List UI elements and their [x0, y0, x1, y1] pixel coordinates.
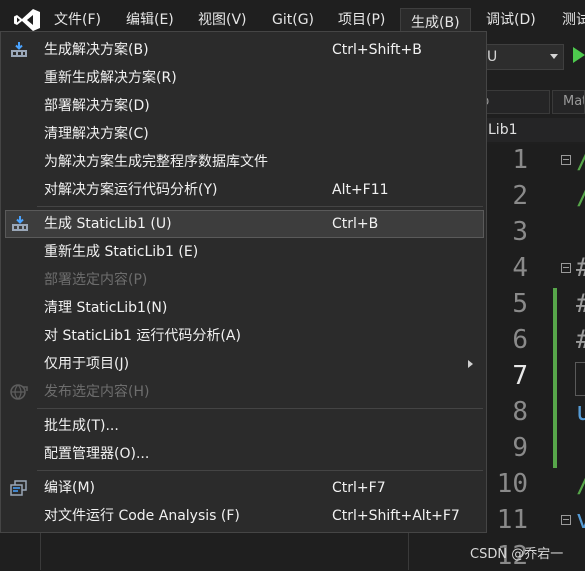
- menu-item-run-code-analysis-on-file[interactable]: 对文件运行 Code Analysis (F) Ctrl+Shift+Alt+F…: [1, 502, 486, 530]
- change-indicator-bar: [553, 288, 557, 468]
- divider: [40, 532, 41, 570]
- line-number: 3: [512, 217, 528, 247]
- build-project-icon: [12, 216, 28, 231]
- visual-studio-logo-icon[interactable]: [13, 8, 41, 32]
- menu-item-batch-build[interactable]: 批生成(T)...: [1, 412, 486, 440]
- menu-item-label: 重新生成 StaticLib1 (E): [44, 244, 199, 260]
- code-fragment: #: [576, 325, 585, 355]
- menu-item-label: 清理 StaticLib1(N): [44, 300, 168, 316]
- menu-item-label: 为解决方案生成完整程序数据库文件: [44, 154, 268, 170]
- current-line-number: 7: [512, 361, 528, 391]
- line-number: 10: [496, 469, 528, 499]
- menu-item-label: 生成 StaticLib1 (U): [44, 216, 172, 232]
- menu-item-analyze-solution[interactable]: 对解决方案运行代码分析(Y) Alt+F11: [1, 176, 486, 204]
- menu-item-label: 对 StaticLib1 运行代码分析(A): [44, 328, 241, 344]
- run-icon[interactable]: [573, 47, 585, 63]
- menu-item-shortcut: Ctrl+Shift+B: [332, 42, 422, 58]
- build-solution-icon: [11, 42, 27, 57]
- menu-item-build-project[interactable]: 生成 StaticLib1 (U) Ctrl+B: [5, 210, 484, 238]
- menu-item-shortcut: Alt+F11: [332, 182, 389, 198]
- chevron-down-icon[interactable]: [550, 54, 558, 59]
- line-number: 2: [512, 181, 528, 211]
- line-number: 5: [512, 289, 528, 319]
- menu-item-compile[interactable]: 编译(M) Ctrl+F7: [1, 474, 486, 502]
- code-fragment: v: [576, 505, 585, 535]
- menu-item-label: 对文件运行 Code Analysis (F): [44, 508, 240, 524]
- collapse-icon[interactable]: [561, 155, 571, 165]
- menu-item-label: 发布选定内容(H): [44, 384, 150, 400]
- menu-item-label: 生成解决方案(B): [44, 42, 149, 58]
- menu-item-project-only[interactable]: 仅用于项目(J): [1, 350, 486, 378]
- file-navigation-bar[interactable]: Lib1: [472, 118, 585, 142]
- menu-item-shortcut: Ctrl+F7: [332, 480, 386, 496]
- menu-item-label: 重新生成解决方案(R): [44, 70, 177, 86]
- menu-item-label: 编译(M): [44, 480, 96, 496]
- submenu-arrow-icon: [468, 360, 473, 368]
- compile-icon: [10, 480, 27, 496]
- menu-item-deploy-selection: 部署选定内容(P): [1, 266, 486, 294]
- menu-item-rebuild-solution[interactable]: 重新生成解决方案(R): [1, 64, 486, 92]
- code-fragment: #: [576, 289, 585, 319]
- menu-separator: [37, 408, 483, 409]
- collapse-icon[interactable]: [561, 515, 571, 525]
- bottom-panel: [0, 532, 470, 570]
- line-number: 8: [512, 397, 528, 427]
- menu-item-shortcut: Ctrl+B: [332, 216, 379, 232]
- menu-item-analyze-project[interactable]: 对 StaticLib1 运行代码分析(A): [1, 322, 486, 350]
- code-fragment: #: [576, 253, 585, 283]
- menu-item-label: 批生成(T)...: [44, 418, 119, 434]
- menu-item-label: 部署解决方案(D): [44, 98, 150, 114]
- menu-item-label: 仅用于项目(J): [44, 356, 130, 372]
- menu-separator: [37, 206, 483, 207]
- current-line-highlight: [575, 362, 585, 396]
- divider: [408, 532, 409, 570]
- build-menu-dropdown: 生成解决方案(B) Ctrl+Shift+B 重新生成解决方案(R) 部署解决方…: [0, 31, 487, 533]
- line-number: 4: [512, 253, 528, 283]
- tab-document-2[interactable]: Mat: [552, 90, 585, 114]
- menu-separator: [37, 470, 483, 471]
- menu-item-clean-solution[interactable]: 清理解决方案(C): [1, 120, 486, 148]
- code-fragment: /: [576, 181, 585, 211]
- menu-item-publish-selection: 发布选定内容(H): [1, 378, 486, 406]
- menu-item-clean-project[interactable]: 清理 StaticLib1(N): [1, 294, 486, 322]
- code-fragment: /: [576, 469, 585, 499]
- menu-debug[interactable]: 调试(D): [486, 0, 536, 38]
- collapse-icon[interactable]: [561, 263, 571, 273]
- code-fragment: /: [576, 145, 585, 175]
- menu-item-label: 对解决方案运行代码分析(Y): [44, 182, 218, 198]
- watermark: CSDN @乔宕一: [470, 547, 564, 562]
- menu-test[interactable]: 测试: [562, 0, 585, 38]
- line-number: 11: [496, 505, 528, 535]
- menu-item-generate-pdb[interactable]: 为解决方案生成完整程序数据库文件: [1, 148, 486, 176]
- menu-item-build-solution[interactable]: 生成解决方案(B) Ctrl+Shift+B: [1, 36, 486, 64]
- menu-item-shortcut: Ctrl+Shift+Alt+F7: [332, 508, 460, 524]
- menu-item-label: 配置管理器(O)...: [44, 446, 150, 462]
- line-number: 6: [512, 325, 528, 355]
- line-number: 1: [512, 145, 528, 175]
- code-fragment: u: [576, 397, 585, 427]
- menu-item-configuration-manager[interactable]: 配置管理器(O)...: [1, 440, 486, 468]
- menu-item-rebuild-project[interactable]: 重新生成 StaticLib1 (E): [1, 238, 486, 266]
- menu-item-deploy-solution[interactable]: 部署解决方案(D): [1, 92, 486, 120]
- menu-item-label: 清理解决方案(C): [44, 126, 149, 142]
- menu-item-label: 部署选定内容(P): [44, 272, 148, 288]
- line-number: 9: [512, 433, 528, 463]
- publish-globe-icon: [10, 384, 28, 400]
